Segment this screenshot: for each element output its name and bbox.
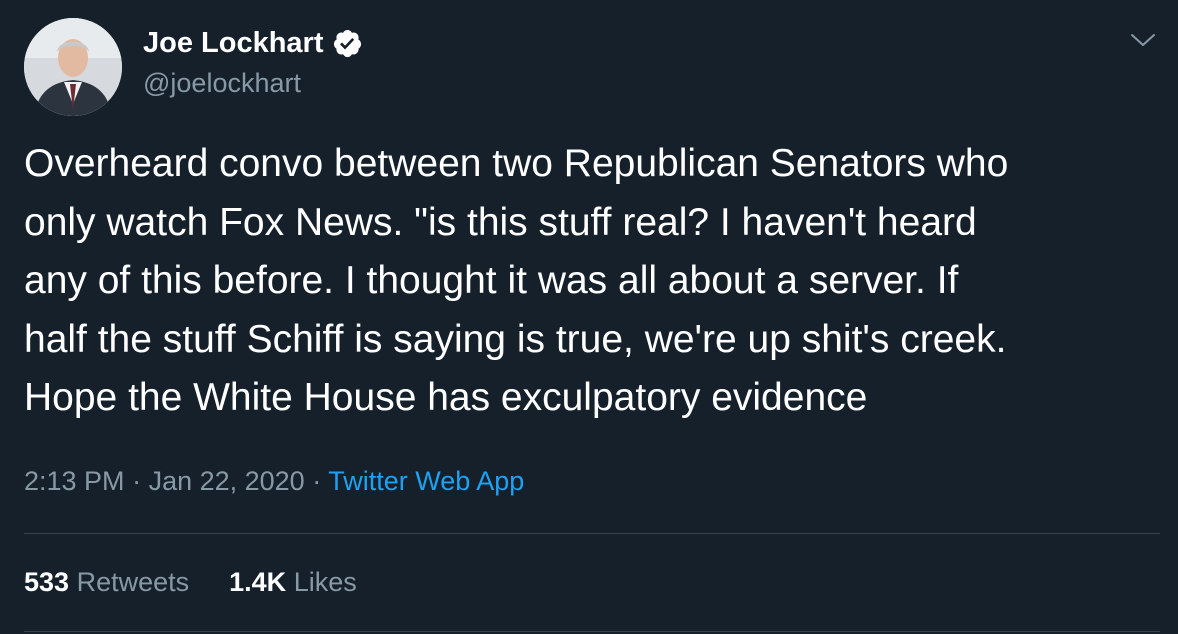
meta-separator: · <box>124 466 149 496</box>
tweet-source-link[interactable]: Twitter Web App <box>328 466 524 496</box>
retweets-count: 533 <box>24 567 70 597</box>
tweet-text: Overheard convo between two Republican S… <box>24 142 1009 419</box>
author-display-name[interactable]: Joe Lockhart <box>143 27 324 60</box>
likes-stat[interactable]: 1.4K Likes <box>229 567 357 598</box>
author-name-row[interactable]: Joe Lockhart <box>143 27 363 60</box>
tweet-time[interactable]: 2:13 PM <box>24 466 125 496</box>
tweet-stats: 533 Retweets 1.4K Likes <box>24 567 357 598</box>
avatar[interactable] <box>24 18 122 116</box>
tweet-meta: 2:13 PM · Jan 22, 2020 · Twitter Web App <box>24 466 524 497</box>
author-handle[interactable]: @joelockhart <box>143 68 301 99</box>
retweets-stat[interactable]: 533 Retweets <box>24 567 189 598</box>
divider <box>24 631 1160 632</box>
retweets-label: Retweets <box>76 567 190 597</box>
profile-photo <box>24 18 122 116</box>
likes-count: 1.4K <box>229 567 287 597</box>
likes-label: Likes <box>293 567 357 597</box>
divider <box>24 533 1160 534</box>
verified-badge-icon <box>333 29 361 58</box>
meta-separator: · <box>304 466 329 496</box>
tweet-date[interactable]: Jan 22, 2020 <box>149 466 305 496</box>
chevron-down-icon[interactable] <box>1129 30 1157 50</box>
